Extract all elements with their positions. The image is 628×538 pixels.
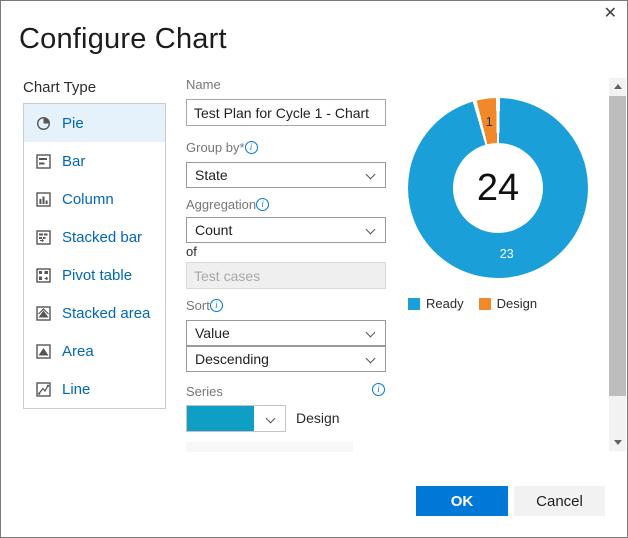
chart-type-item-bar[interactable]: Bar bbox=[24, 142, 165, 180]
aggregation-label-text: Aggregation bbox=[186, 197, 257, 212]
group-by-label-text: Group by* bbox=[186, 140, 245, 155]
close-icon[interactable]: ✕ bbox=[604, 6, 617, 22]
group-by-label: Group by* bbox=[186, 140, 258, 155]
series-color-swatch bbox=[187, 406, 254, 431]
ok-button[interactable]: OK bbox=[416, 486, 508, 516]
chevron-down-icon bbox=[265, 413, 276, 424]
donut-center-total: 24 bbox=[453, 143, 543, 233]
pie-chart-icon bbox=[36, 116, 51, 130]
aggregation-select[interactable]: Count bbox=[186, 217, 386, 243]
info-icon[interactable] bbox=[372, 383, 385, 396]
bar-chart-icon bbox=[36, 153, 51, 169]
scroll-up-icon bbox=[613, 84, 622, 89]
next-series-row-partial bbox=[186, 442, 353, 452]
series-color-select[interactable] bbox=[186, 405, 286, 432]
scrollbar[interactable] bbox=[609, 78, 626, 451]
chart-type-label: Chart Type bbox=[23, 79, 97, 96]
aggregation-of-field bbox=[186, 262, 386, 289]
chevron-down-icon bbox=[365, 224, 376, 235]
line-chart-icon bbox=[36, 381, 51, 397]
stacked-bar-chart-icon bbox=[36, 229, 51, 245]
name-label: Name bbox=[186, 77, 221, 92]
info-icon[interactable] bbox=[209, 299, 223, 312]
legend-item: Design bbox=[478, 296, 538, 311]
chart-type-item-area[interactable]: Area bbox=[24, 332, 165, 370]
slice-label: 1 bbox=[485, 114, 493, 129]
group-by-value: State bbox=[195, 167, 228, 183]
chart-type-item-label: Stacked area bbox=[62, 304, 151, 322]
chart-type-item-label: Area bbox=[62, 342, 94, 360]
sort-label: Sort bbox=[186, 298, 223, 313]
donut-chart: 24 23 1 bbox=[408, 98, 588, 278]
chart-type-item-label: Stacked bar bbox=[62, 228, 143, 246]
chart-type-item-stacked-bar[interactable]: Stacked bar bbox=[24, 218, 165, 256]
chart-name-input[interactable] bbox=[186, 99, 386, 126]
pivot-table-icon bbox=[36, 267, 51, 283]
sort-field-select[interactable]: Value bbox=[186, 320, 386, 346]
legend-label: Design bbox=[496, 296, 538, 311]
chevron-down-icon bbox=[365, 353, 376, 364]
sort-label-text: Sort bbox=[186, 298, 210, 313]
series-label: Series bbox=[186, 384, 223, 399]
scroll-down-button[interactable] bbox=[609, 434, 626, 451]
stacked-area-chart-icon bbox=[36, 305, 51, 321]
chart-type-item-label: Pie bbox=[62, 114, 84, 132]
chart-type-item-label: Pivot table bbox=[62, 266, 133, 284]
dialog-title: Configure Chart bbox=[19, 23, 227, 55]
scrollbar-thumb[interactable] bbox=[609, 96, 626, 396]
of-label: of bbox=[186, 244, 197, 259]
column-chart-icon bbox=[36, 191, 51, 207]
cancel-button[interactable]: Cancel bbox=[514, 486, 605, 516]
info-icon[interactable] bbox=[244, 141, 258, 154]
scroll-up-button[interactable] bbox=[609, 78, 626, 95]
legend-item: Ready bbox=[408, 296, 464, 311]
chart-legend: Ready Design bbox=[408, 296, 537, 311]
group-by-select[interactable]: State bbox=[186, 162, 386, 188]
legend-swatch bbox=[408, 297, 420, 310]
scroll-down-icon bbox=[613, 440, 622, 445]
slice-label: 23 bbox=[499, 247, 514, 262]
series-name-label: Design bbox=[296, 410, 340, 426]
chart-type-item-line[interactable]: Line bbox=[24, 370, 165, 408]
sort-direction-select[interactable]: Descending bbox=[186, 346, 386, 372]
info-icon[interactable] bbox=[256, 198, 270, 211]
chart-type-item-column[interactable]: Column bbox=[24, 180, 165, 218]
chart-type-item-label: Bar bbox=[62, 152, 86, 170]
chart-type-list: Pie Bar Column Stacked bar Pivot table S… bbox=[23, 103, 166, 409]
sort-direction-value: Descending bbox=[195, 351, 269, 367]
area-chart-icon bbox=[36, 343, 51, 359]
legend-swatch bbox=[478, 297, 491, 310]
legend-label: Ready bbox=[426, 296, 464, 311]
chart-type-item-pivot-table[interactable]: Pivot table bbox=[24, 256, 165, 294]
aggregation-value: Count bbox=[195, 222, 233, 238]
configure-chart-dialog: ✕ Configure Chart Chart Type Pie Bar Col… bbox=[0, 0, 628, 538]
chevron-down-icon bbox=[365, 169, 376, 180]
chart-type-item-label: Line bbox=[62, 380, 91, 398]
chart-type-item-pie[interactable]: Pie bbox=[24, 104, 165, 142]
sort-field-value: Value bbox=[195, 325, 230, 341]
chart-type-item-label: Column bbox=[62, 190, 114, 208]
aggregation-label: Aggregation bbox=[186, 197, 270, 212]
chevron-down-icon bbox=[365, 327, 376, 338]
chart-type-item-stacked-area[interactable]: Stacked area bbox=[24, 294, 165, 332]
